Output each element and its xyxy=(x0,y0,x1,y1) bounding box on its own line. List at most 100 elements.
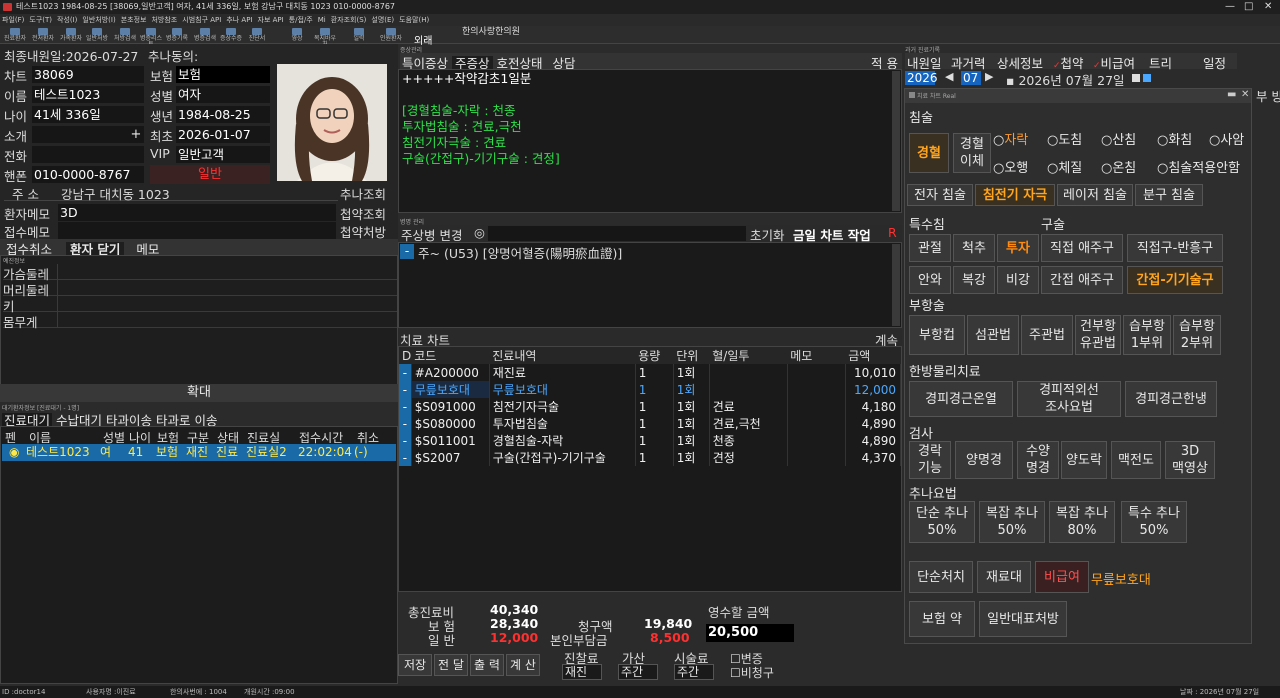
misc-button[interactable]: 일반대표처방 xyxy=(979,601,1067,637)
prev-month-icon[interactable]: ◀ xyxy=(945,70,953,83)
toolbar-button[interactable]: 진단서 xyxy=(244,27,270,43)
gu-button[interactable]: 직접 애주구 xyxy=(1041,234,1123,262)
teuk-button[interactable]: 관절 xyxy=(909,234,951,262)
toolbar-button[interactable]: 영상 xyxy=(284,27,310,43)
toolbar-button[interactable]: 인원환자 xyxy=(378,27,404,43)
disease-entry[interactable]: 주~ (U53) [양명어혈증(陽明瘀血證)] xyxy=(418,243,622,262)
buhang-button[interactable]: 습부항 1부위 xyxy=(1123,315,1171,355)
patient-memo-field[interactable]: 3D xyxy=(58,204,336,221)
chim-tab[interactable]: 전자 침술 xyxy=(907,184,973,206)
menu-item[interactable]: 도움말(H) xyxy=(399,16,429,24)
toolbar-button[interactable]: 일반처방 xyxy=(84,27,110,43)
scrollbar[interactable] xyxy=(892,71,900,211)
change-disease-radio[interactable]: ◎ xyxy=(474,225,485,240)
expand-button[interactable]: 확대 xyxy=(0,384,398,402)
disease-remove-button[interactable]: - xyxy=(400,244,414,259)
buhang-button[interactable]: 섬관법 xyxy=(967,315,1019,355)
buhang-button[interactable]: 습부항 2부위 xyxy=(1173,315,1221,355)
intro-field[interactable] xyxy=(32,126,128,143)
misc-button[interactable]: 단순처치 xyxy=(909,561,973,593)
menu-item[interactable]: 처방참조 xyxy=(151,16,177,24)
menu-item[interactable]: 시범침구 API xyxy=(182,16,221,24)
mobile-field[interactable]: 010-0000-8767 xyxy=(32,166,144,183)
add-select[interactable]: 주간 xyxy=(618,664,658,680)
chim-tab[interactable]: 침전기 자극 xyxy=(975,184,1055,206)
r-button[interactable]: R xyxy=(888,225,897,240)
buhang-button[interactable]: 건부항 유관법 xyxy=(1075,315,1121,355)
fee-select[interactable]: 재진 xyxy=(562,664,602,680)
chuna-button[interactable]: 복잡 추나 50% xyxy=(979,501,1045,543)
test-button[interactable]: 양도락 xyxy=(1061,441,1107,479)
toolbar-button[interactable]: 복지바우처 xyxy=(312,27,338,48)
misc-button[interactable]: 비급여 xyxy=(1035,561,1089,593)
treatment-radio[interactable]: ○오행 xyxy=(993,157,1028,176)
toolbar-button[interactable]: 일력 xyxy=(346,27,372,43)
menu-item[interactable]: 통/접/주 xyxy=(289,16,313,24)
reception-memo-field[interactable] xyxy=(58,222,336,239)
chuna-lookup-button[interactable]: 추나조회 xyxy=(340,184,386,203)
toolbar-button[interactable]: 증상수증 xyxy=(218,27,244,43)
menu-item[interactable]: 일반처방(I) xyxy=(82,16,115,24)
symptom-text[interactable]: +++++작약감초1일분 [경혈침술-자락 : 천종 투자법침술 : 견료,극천… xyxy=(398,69,902,213)
test-button[interactable]: 3D 맥영상 xyxy=(1165,441,1215,479)
chim-tab[interactable]: 레이저 침술 xyxy=(1057,184,1133,206)
vital-weight[interactable]: 몸무게 xyxy=(3,312,397,330)
chart-number-field[interactable]: 38069 xyxy=(32,66,144,83)
table-row[interactable]: - $S080000 투자법침술 1 1회 견료,극천 4,890 xyxy=(399,415,901,432)
close-icon[interactable]: ✕ xyxy=(1241,89,1249,100)
treatment-radio[interactable]: ○자락 xyxy=(993,129,1028,148)
vital-chest[interactable]: 가슴둘레 xyxy=(3,264,397,282)
teuk-button[interactable]: 비강 xyxy=(997,266,1039,294)
menu-item[interactable]: 추나 API xyxy=(226,16,252,24)
vital-head[interactable]: 머리둘레 xyxy=(3,280,397,298)
chuna-button[interactable]: 단순 추나 50% xyxy=(909,501,975,543)
menu-item[interactable]: 환자조회(S) xyxy=(331,16,367,24)
buhang-button[interactable]: 부항컵 xyxy=(909,315,965,355)
physio-button[interactable]: 경피경근온열 xyxy=(909,381,1013,417)
chuna-button[interactable]: 복잡 추나 80% xyxy=(1049,501,1115,543)
insurance-field[interactable]: 보험 xyxy=(176,66,270,83)
teuk-button[interactable]: 안와 xyxy=(909,266,951,294)
action-button[interactable]: 저장 xyxy=(398,654,432,676)
misc-button[interactable]: 재료대 xyxy=(977,561,1031,593)
toolbar-button[interactable]: 병증기록 xyxy=(164,27,190,43)
gu-button[interactable]: 직접구-반흥구 xyxy=(1127,234,1223,262)
address-field[interactable]: 강남구 대치동 1023 xyxy=(61,187,170,202)
buhang-button[interactable]: 주관법 xyxy=(1021,315,1073,355)
table-row[interactable]: - $S091000 침전기자극술 1 1회 견료 4,180 xyxy=(399,398,901,415)
test-button[interactable]: 맥전도 xyxy=(1111,441,1161,479)
birth-field[interactable]: 1984-08-25 xyxy=(176,106,270,123)
vip-field[interactable]: 일반고객 xyxy=(176,146,270,163)
disease-search-input[interactable] xyxy=(488,226,746,241)
action-button[interactable]: 출 력 xyxy=(470,654,504,676)
add-intro-button[interactable]: + xyxy=(128,126,144,143)
table-row[interactable]: - $S011001 경혈침술-자락 1 1회 천종 4,890 xyxy=(399,432,901,449)
vital-height[interactable]: 키 xyxy=(3,296,397,314)
chuna-button[interactable]: 특수 추나 50% xyxy=(1121,501,1187,543)
teuk-button[interactable]: 투자 xyxy=(997,234,1039,262)
gyunghyul-button[interactable]: 경혈 xyxy=(909,133,949,173)
physio-button[interactable]: 경피경근한냉 xyxy=(1125,381,1217,417)
misc-button[interactable]: 보험 약 xyxy=(909,601,975,637)
proc-select[interactable]: 주간 xyxy=(674,664,714,680)
table-row[interactable]: - 무릎보호대 무릎보호대 1 1회 12,000 xyxy=(399,381,901,398)
minimize-icon[interactable]: ▬ xyxy=(1227,89,1236,100)
minimize-button[interactable]: — xyxy=(1225,1,1235,13)
menu-item[interactable]: 자보 API xyxy=(258,16,284,24)
treatment-radio[interactable]: ○온침 xyxy=(1101,157,1136,176)
menu-item[interactable]: 작성(I) xyxy=(57,16,77,24)
general-status-button[interactable]: 일반 xyxy=(150,165,270,184)
patient-name-field[interactable]: 테스트1023 xyxy=(32,86,144,103)
menu-item[interactable]: 본초정보 xyxy=(121,16,147,24)
scrollbar[interactable] xyxy=(892,244,900,326)
menu-item[interactable]: 파일(F) xyxy=(2,16,24,24)
sex-field[interactable]: 여자 xyxy=(176,86,270,103)
test-button[interactable]: 수양 명경 xyxy=(1017,441,1059,479)
action-button[interactable]: 계 산 xyxy=(506,654,540,676)
treatment-radio[interactable]: ○사암 xyxy=(1209,129,1244,148)
month-select[interactable]: 07 xyxy=(961,71,981,85)
treatment-radio[interactable]: ○도침 xyxy=(1047,129,1082,148)
action-button[interactable]: 전 달 xyxy=(434,654,468,676)
year-select[interactable]: 2026 xyxy=(905,71,938,85)
close-button[interactable]: ✕ xyxy=(1264,1,1272,13)
